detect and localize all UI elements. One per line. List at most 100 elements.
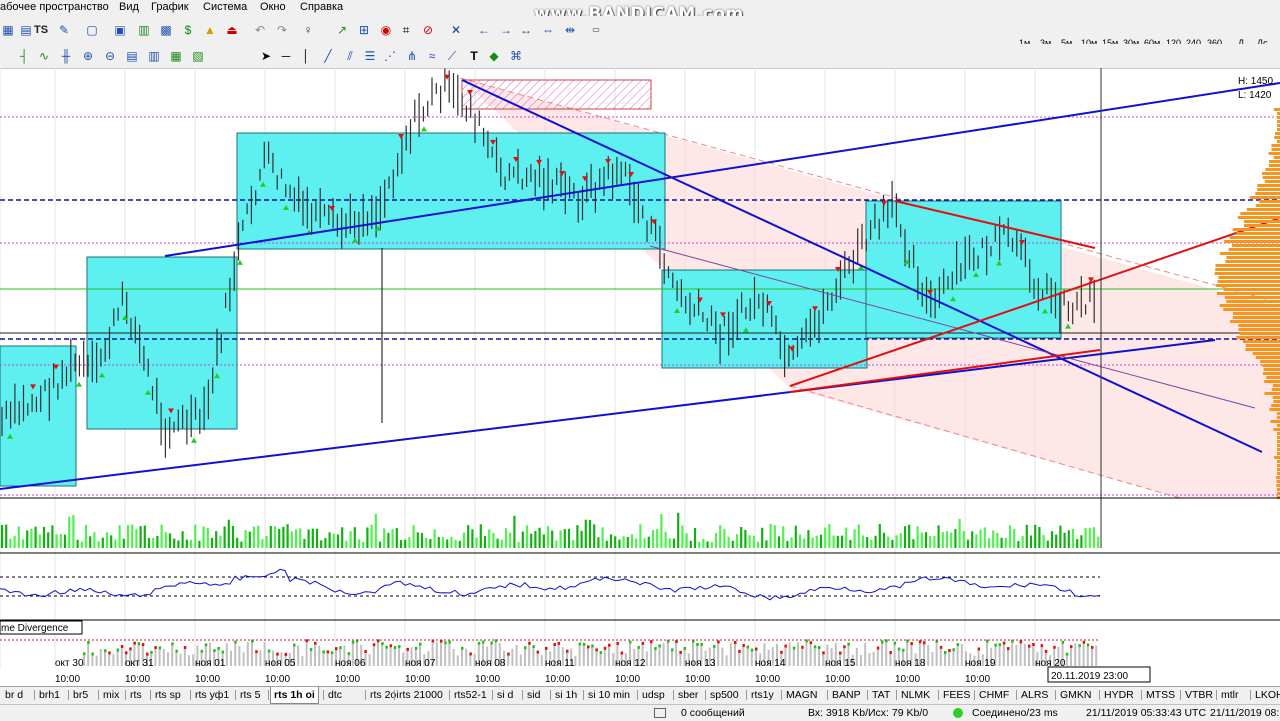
text-icon[interactable]: T bbox=[466, 48, 482, 64]
symbol-tab[interactable]: mix bbox=[100, 687, 122, 703]
menu-workspace[interactable]: абочее пространство bbox=[0, 1, 109, 13]
line-chart-icon[interactable]: ∿ bbox=[36, 48, 52, 64]
close-x-icon[interactable]: ✕ bbox=[448, 22, 464, 38]
fibo-icon[interactable]: ☰ bbox=[362, 48, 378, 64]
indicator-icon[interactable]: ↗ bbox=[334, 22, 350, 38]
calculator-icon[interactable]: ▩ bbox=[158, 22, 174, 38]
symbol-tabs: br d brh1 br5 mixrts rts sp rts уф1 rts 5 rts 1… bbox=[0, 686, 1280, 704]
pips-icon[interactable]: ▭ bbox=[588, 22, 604, 38]
indicators-icon[interactable]: ▦ bbox=[168, 48, 184, 64]
objects-icon[interactable]: ▧ bbox=[190, 48, 206, 64]
divergence-mark bbox=[159, 646, 162, 649]
candle-icon[interactable]: ╫ bbox=[58, 48, 74, 64]
hline-icon[interactable]: ─ bbox=[278, 48, 294, 64]
money-icon[interactable]: $ bbox=[180, 22, 196, 38]
symbol-tab[interactable]: dtc bbox=[325, 687, 345, 703]
lightbulb-icon[interactable]: ♀ bbox=[300, 22, 316, 38]
ts-button[interactable]: TS bbox=[34, 24, 48, 36]
properties-icon[interactable]: ▤ bbox=[124, 48, 140, 64]
timeframe-icon[interactable]: ◉ bbox=[378, 22, 394, 38]
zoom-in-icon[interactable]: ⊕ bbox=[80, 48, 96, 64]
redo-icon[interactable]: ↷ bbox=[274, 22, 290, 38]
chart-add-icon[interactable]: ▥ bbox=[136, 22, 152, 38]
buy-arrow bbox=[191, 438, 197, 443]
divergence-mark bbox=[742, 644, 745, 647]
symbol-tab[interactable]: rts 21000 bbox=[396, 687, 446, 703]
divergence-mark bbox=[87, 641, 90, 644]
table-icon[interactable]: ▤ bbox=[18, 22, 34, 38]
bar-chart-icon[interactable]: ┤ bbox=[16, 48, 32, 64]
vline-icon[interactable]: │ bbox=[298, 48, 314, 64]
zoom-out-icon[interactable]: ⊖ bbox=[102, 48, 118, 64]
symbol-tab[interactable]: rts bbox=[127, 687, 145, 703]
undo-icon[interactable]: ↶ bbox=[252, 22, 268, 38]
symbol-tab[interactable]: brh1 bbox=[36, 687, 63, 703]
gann-icon[interactable]: ⟋ bbox=[444, 48, 460, 64]
symbol-tab[interactable]: ALRS bbox=[1018, 687, 1051, 703]
crop-icon[interactable]: ⌗ bbox=[398, 22, 414, 38]
print-icon[interactable]: ▣ bbox=[112, 22, 128, 38]
symbol-tab[interactable]: sp500 bbox=[707, 687, 742, 703]
menu-view[interactable]: Вид bbox=[119, 1, 139, 13]
template-icon[interactable]: ▥ bbox=[146, 48, 162, 64]
symbol-tab[interactable]: si 10 min bbox=[585, 687, 633, 703]
symbol-tab[interactable]: VTBR bbox=[1182, 687, 1216, 703]
symbol-tab[interactable]: TAT bbox=[869, 687, 893, 703]
labels-icon[interactable]: ⌘ bbox=[508, 48, 524, 64]
symbol-tab[interactable]: sber bbox=[675, 687, 701, 703]
wave-icon[interactable]: ≈ bbox=[424, 48, 440, 64]
symbol-tab[interactable]: LKOH bbox=[1252, 687, 1280, 703]
symbol-tab[interactable]: si d bbox=[494, 687, 516, 703]
pitchfork-icon[interactable]: ⋔ bbox=[404, 48, 420, 64]
bell-icon[interactable]: ▲ bbox=[202, 22, 218, 38]
symbol-tab[interactable]: br5 bbox=[70, 687, 91, 703]
symbol-tab[interactable]: FEES bbox=[940, 687, 973, 703]
profile-bar bbox=[1273, 400, 1280, 403]
symbol-tab[interactable]: MTSS bbox=[1143, 687, 1178, 703]
date-label: ноя 08 bbox=[475, 658, 506, 669]
symbol-tab[interactable]: rts1y bbox=[748, 687, 777, 703]
chart-canvas[interactable]: H: 1450 L: 1420 me Divergence окт 30окт … bbox=[0, 68, 1280, 686]
divergence-mark bbox=[616, 642, 619, 645]
menu-window[interactable]: Окно bbox=[260, 1, 286, 13]
grid-icon[interactable]: ▦ bbox=[0, 22, 16, 38]
symbol-tab[interactable]: GMKN bbox=[1057, 687, 1095, 703]
fit-icon[interactable]: ⇹ bbox=[562, 22, 578, 38]
menu-system[interactable]: Система bbox=[203, 1, 247, 13]
symbol-tab[interactable]: si 1h bbox=[552, 687, 580, 703]
channel-icon[interactable]: ⫽ bbox=[342, 48, 358, 64]
pencil-icon[interactable]: ✎ bbox=[56, 22, 72, 38]
exit-icon[interactable]: ⏏ bbox=[224, 22, 240, 38]
arrow-right-icon[interactable]: → bbox=[498, 22, 514, 38]
add-indicator-icon[interactable]: ⊞ bbox=[356, 22, 372, 38]
symbol-tab[interactable]: rts52-1 bbox=[451, 687, 490, 703]
menu-help[interactable]: Справка bbox=[300, 1, 343, 13]
tab-separator bbox=[125, 690, 126, 700]
symbol-tab[interactable]: mtlr bbox=[1218, 687, 1242, 703]
fan-icon[interactable]: ⋰ bbox=[382, 48, 398, 64]
profile-bar bbox=[1225, 296, 1280, 299]
cursor-icon[interactable]: ➤ bbox=[258, 48, 274, 64]
trendline-icon[interactable]: ╱ bbox=[320, 48, 336, 64]
symbol-tab[interactable]: MAGN bbox=[783, 687, 821, 703]
symbol-tab[interactable]: rts 5 bbox=[237, 687, 263, 703]
symbol-tab[interactable]: rts уф1 bbox=[192, 687, 232, 703]
arrows-expand-icon[interactable]: ⇔ bbox=[540, 22, 556, 38]
symbol-tab[interactable]: CHMF bbox=[976, 687, 1012, 703]
symbol-tab[interactable]: rts 1h oi bbox=[270, 687, 319, 704]
symbol-tab[interactable]: HYDR bbox=[1101, 687, 1137, 703]
arrow-left-icon[interactable]: ← bbox=[476, 22, 492, 38]
document-icon[interactable]: ▢ bbox=[84, 22, 100, 38]
menu-chart[interactable]: График bbox=[151, 1, 189, 13]
shapes-icon[interactable]: ◆ bbox=[486, 48, 502, 64]
symbol-tab[interactable]: udsp bbox=[639, 687, 668, 703]
divergence-mark bbox=[654, 647, 657, 650]
arrows-both-icon[interactable]: ↔ bbox=[518, 22, 534, 38]
symbol-tab[interactable]: br d bbox=[2, 687, 26, 703]
symbol-tab[interactable]: rts sp bbox=[152, 687, 184, 703]
symbol-tab[interactable]: sid bbox=[524, 687, 543, 703]
divergence-mark bbox=[1045, 650, 1048, 653]
symbol-tab[interactable]: BANP bbox=[829, 687, 864, 703]
symbol-tab[interactable]: NLMK bbox=[898, 687, 933, 703]
no-icon[interactable]: ⊘ bbox=[420, 22, 436, 38]
